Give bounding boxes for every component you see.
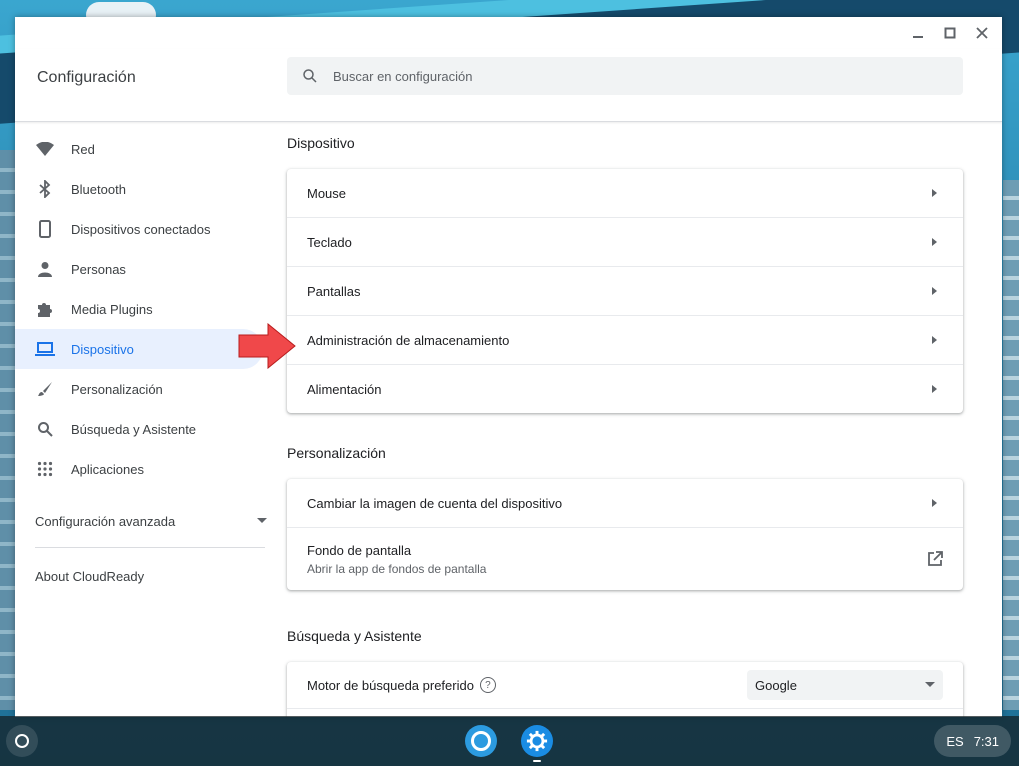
arrow-right-icon [932,336,937,344]
row-label: Motor de búsqueda preferido ? [307,677,496,693]
sidebar-item-busqueda-asistente[interactable]: Búsqueda y Asistente [15,409,280,449]
device-card: Mouse Teclado Pantallas Administración d… [287,169,963,413]
settings-app-button[interactable] [521,725,553,757]
person-icon [35,259,55,279]
chrome-icon [471,731,491,751]
wallpaper-building [1003,180,1019,710]
row-label: Fondo de pantalla [307,542,412,558]
row-mouse[interactable]: Mouse [287,169,963,217]
page-title: Configuración [37,69,136,86]
gear-icon [526,730,548,752]
row-label: Teclado [307,234,352,250]
row-search-engine: Motor de búsqueda preferido ? Google [287,662,963,708]
clock: 7:31 [973,733,999,749]
minimize-button[interactable] [904,23,932,43]
minimize-icon [913,36,923,38]
section-title-busqueda: Búsqueda y Asistente [287,628,422,644]
search-icon [35,419,55,439]
sidebar-item-red[interactable]: Red [15,129,280,169]
row-label: Cambiar la imagen de cuenta del disposit… [307,495,563,511]
search-engine-card: Motor de búsqueda preferido ? Google [287,662,963,717]
arrow-right-icon [932,499,937,507]
row-account-image[interactable]: Cambiar la imagen de cuenta del disposit… [287,479,963,527]
maximize-button[interactable] [936,23,964,43]
window-controls [904,23,996,43]
sidebar-item-bluetooth[interactable]: Bluetooth [15,169,280,209]
wallpaper-building [0,150,16,710]
sidebar-item-label: Bluetooth [71,181,126,197]
bluetooth-icon [35,179,55,199]
row-text: Fondo de pantalla Abrir la app de fondos… [307,543,486,576]
launcher-icon [15,734,29,748]
main-content: Dispositivo Mouse Teclado Pantallas Admi… [287,121,963,717]
search-icon [303,69,317,83]
phone-icon [35,219,55,239]
section-title-personalizacion: Personalización [287,445,386,461]
sidebar-item-label: Red [71,141,95,157]
settings-header: Configuración [15,49,1002,122]
search-box[interactable] [287,57,963,95]
sidebar-item-personalizacion[interactable]: Personalización [15,369,280,409]
sidebar-item-label: Dispositivo [71,341,134,357]
search-input[interactable] [331,67,895,85]
sidebar-item-label: Búsqueda y Asistente [71,421,197,437]
brush-icon [35,379,55,399]
annotation-arrow-icon [238,323,296,369]
apps-grid-icon [35,459,55,479]
row-label: Administración de almacenamiento [307,332,510,348]
open-external-icon [928,551,943,566]
arrow-right-icon [932,385,937,393]
row-teclado[interactable]: Teclado [287,217,963,266]
sidebar-item-personas[interactable]: Personas [15,249,280,289]
maximize-icon [944,27,956,39]
launcher-button[interactable] [6,725,38,757]
sidebar-item-dispositivos-conectados[interactable]: Dispositivos conectados [15,209,280,249]
chevron-down-icon [257,518,267,523]
arrow-right-icon [932,238,937,246]
row-label: Mouse [307,185,347,201]
sidebar-item-label: Personas [71,261,126,277]
puzzle-icon [35,299,55,319]
wifi-icon [35,139,55,159]
sidebar-item-label: Personalización [71,381,163,397]
sidebar-item-label: Media Plugins [71,301,153,317]
status-area[interactable]: ES 7:31 [934,725,1011,757]
close-icon [976,27,988,39]
sidebar-item-aplicaciones[interactable]: Aplicaciones [15,449,280,489]
row-alimentacion[interactable]: Alimentación [287,364,963,413]
search-engine-select[interactable]: Google [747,670,943,700]
about-link[interactable]: About CloudReady [15,548,280,604]
active-app-indicator [533,760,541,762]
arrow-right-icon [932,287,937,295]
select-value: Google [755,677,797,693]
ime-indicator: ES [946,733,964,749]
sidebar-item-label: Dispositivos conectados [71,221,211,237]
row-sublabel: Abrir la app de fondos de pantalla [307,561,487,576]
personalization-card: Cambiar la imagen de cuenta del disposit… [287,479,963,590]
row-pantallas[interactable]: Pantallas [287,266,963,315]
search-engine-label: Motor de búsqueda preferido [307,677,474,693]
section-title-dispositivo: Dispositivo [287,135,355,151]
chrome-app-button[interactable] [465,725,497,757]
close-button[interactable] [968,23,996,43]
row-wallpaper[interactable]: Fondo de pantalla Abrir la app de fondos… [287,527,963,590]
advanced-settings-toggle[interactable]: Configuración avanzada [15,495,267,547]
shelf: ES 7:31 [0,716,1019,766]
row-label: Alimentación [307,381,382,397]
chevron-down-icon [925,682,935,687]
laptop-icon [35,339,55,359]
settings-window: Configuración Red Bluetooth Dispositivos… [15,17,1002,717]
advanced-settings-label: Configuración avanzada [35,513,176,529]
sidebar-item-dispositivo[interactable]: Dispositivo [15,329,263,369]
sidebar-item-label: Aplicaciones [71,461,144,477]
row-almacenamiento[interactable]: Administración de almacenamiento [287,315,963,364]
arrow-right-icon [932,189,937,197]
row-label: Pantallas [307,283,361,299]
help-icon[interactable]: ? [479,677,496,693]
